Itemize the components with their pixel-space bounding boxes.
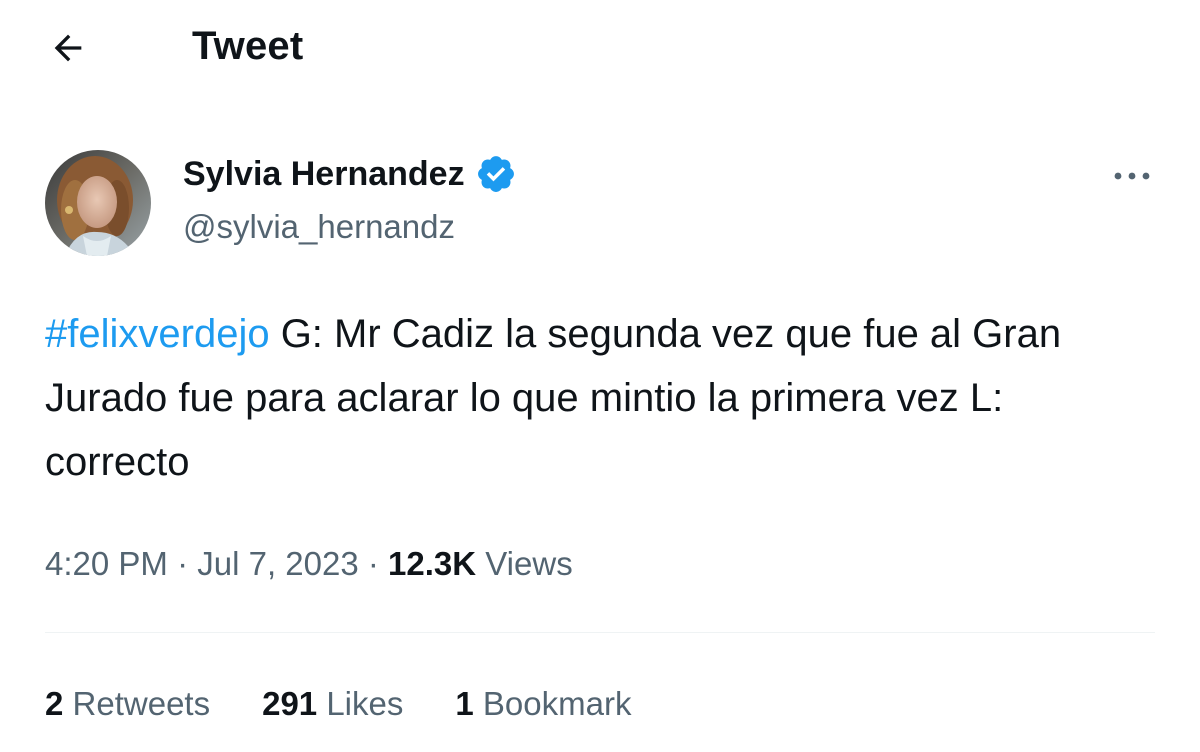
- engagement-stats: 2 Retweets 291 Likes 1 Bookmark: [45, 680, 631, 728]
- likes-label: Likes: [317, 685, 404, 722]
- page-title: Tweet: [192, 24, 304, 68]
- retweets-count: 2: [45, 685, 64, 722]
- tweet-date[interactable]: Jul 7, 2023: [197, 545, 358, 582]
- bookmarks-label: Bookmark: [473, 685, 632, 722]
- bookmarks-stat[interactable]: 1 Bookmark: [455, 680, 631, 728]
- bookmarks-count: 1: [455, 685, 474, 722]
- avatar[interactable]: [45, 150, 151, 256]
- back-button[interactable]: [44, 24, 92, 72]
- verified-badge-icon: [475, 153, 517, 195]
- meta-separator: ·: [358, 545, 389, 582]
- author-name: Sylvia Hernandez: [183, 150, 517, 198]
- top-bar: Tweet: [0, 0, 1200, 96]
- tweet-time[interactable]: 4:20 PM: [45, 545, 168, 582]
- tweet-meta: 4:20 PM · Jul 7, 2023 · 12.3K Views: [45, 538, 573, 590]
- display-name[interactable]: Sylvia Hernandez: [183, 150, 465, 198]
- author-handle[interactable]: @sylvia_hernandz: [183, 204, 455, 250]
- retweets-stat[interactable]: 2 Retweets: [45, 680, 210, 728]
- retweets-label: Retweets: [63, 685, 211, 722]
- more-horizontal-icon: [1114, 172, 1150, 180]
- likes-count: 291: [262, 685, 318, 722]
- more-options-button[interactable]: [1108, 156, 1156, 196]
- views-count[interactable]: 12.3K: [388, 545, 476, 582]
- tweet-text: #felixverdejo G: Mr Cadiz la segunda vez…: [45, 302, 1155, 494]
- arrow-left-icon: [54, 34, 82, 62]
- divider: [45, 632, 1155, 633]
- hashtag-link[interactable]: #felixverdejo: [45, 312, 270, 356]
- views-label: Views: [476, 545, 573, 582]
- meta-separator: ·: [167, 545, 198, 582]
- likes-stat[interactable]: 291 Likes: [262, 680, 403, 728]
